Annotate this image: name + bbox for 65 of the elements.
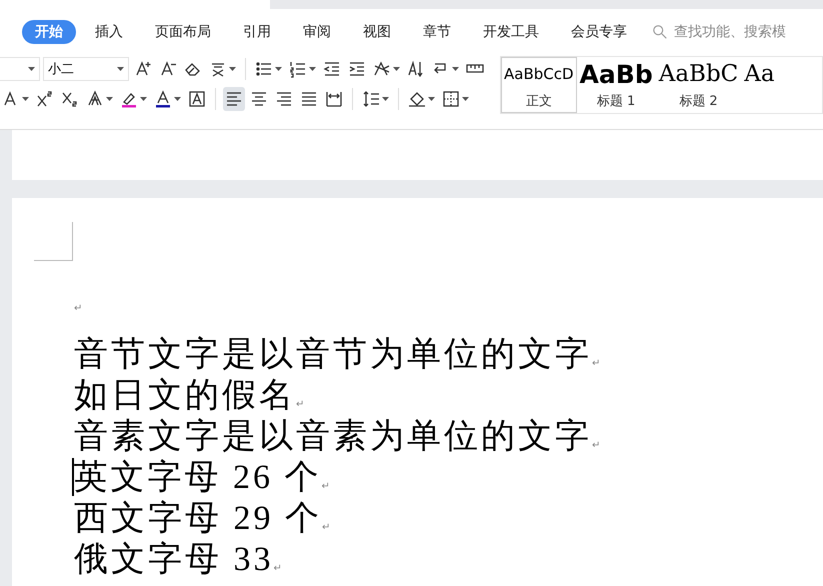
font-color-icon (154, 90, 172, 108)
distribute-icon (325, 90, 343, 108)
ribbon-tab[interactable]: 开发工具 (470, 20, 552, 44)
paragraph-text: 音素文字是以音素为单位的文字 (74, 418, 592, 456)
caret-icon (309, 67, 316, 71)
caret-icon (462, 97, 469, 101)
ribbon-tab[interactable]: 引用 (230, 20, 284, 44)
style-preset[interactable]: AaBb 标题 1 (576, 57, 656, 113)
outdent-icon (323, 60, 341, 78)
paragraph-mark: ↵ (296, 399, 304, 411)
ribbon-tab[interactable]: 会员专享 (558, 20, 640, 44)
paragraph-text: 西文字母 29 个 (74, 500, 322, 538)
caret-icon (28, 67, 35, 71)
paragraph-text: 如日文的假名 (74, 377, 296, 415)
paragraph-mark: ↵ (274, 563, 282, 575)
indent-icon (348, 60, 366, 78)
toolbar-button[interactable] (223, 87, 245, 111)
search-field[interactable]: 查找功能、搜索模 (652, 23, 806, 41)
ribbon-tab[interactable]: 插入 (82, 20, 136, 44)
ribbon-tab[interactable]: 页面布局 (142, 20, 224, 44)
align-left-icon (225, 90, 243, 108)
paragraph-text: 俄文字母 33 (74, 541, 274, 579)
align-right-icon (275, 90, 293, 108)
increase-font-icon (134, 60, 152, 78)
paragraph-text: 音节文字是以音节为单位的文字 (74, 336, 592, 374)
ribbon-tab[interactable]: 开始 (22, 20, 76, 44)
shading-icon (408, 90, 426, 108)
style-preset[interactable]: Aa (741, 57, 778, 113)
caret-icon (275, 67, 282, 71)
justify-icon (300, 90, 318, 108)
bullet-list-icon (255, 60, 273, 78)
margin-corner-mark (34, 222, 73, 261)
text-effect-icon (86, 90, 104, 108)
borders-icon (442, 90, 460, 108)
font-size-dropdown[interactable]: 小二 (43, 57, 129, 81)
paragraph-mark: ↵ (592, 440, 600, 452)
numbered-list-icon (289, 60, 307, 78)
subscript-icon (61, 90, 79, 108)
character-border-icon (188, 90, 206, 108)
paragraph-text: 英文字母 26 个 (74, 459, 322, 497)
ribbon-tab[interactable]: 章节 (410, 20, 464, 44)
line-spacing-icon (362, 90, 380, 108)
decrease-font-icon (159, 60, 177, 78)
style-preset[interactable]: AaBbC 标题 2 (656, 57, 742, 113)
paragraph-mark: ↵ (74, 303, 82, 315)
sort-icon (407, 60, 425, 78)
paragraph-mark: ↵ (592, 358, 600, 370)
caret-icon (452, 67, 459, 71)
caret-icon (382, 97, 389, 101)
caret-icon (428, 97, 435, 101)
caret-icon (22, 97, 29, 101)
caret-icon (174, 97, 181, 101)
caret-icon (106, 97, 113, 101)
caret-icon (393, 67, 400, 71)
search-icon (652, 24, 668, 40)
caret-icon (117, 67, 124, 71)
paragraph-mark: ↵ (322, 481, 330, 493)
superscript-icon (36, 90, 54, 108)
align-center-icon (250, 90, 268, 108)
ribbon-tab[interactable]: 视图 (350, 20, 404, 44)
caret-icon (140, 97, 147, 101)
ribbon-tab[interactable]: 审阅 (290, 20, 344, 44)
style-preset[interactable]: AaBbCcD 正文 (501, 57, 577, 113)
caret-icon (229, 67, 236, 71)
paragraph-mark: ↵ (322, 522, 330, 534)
